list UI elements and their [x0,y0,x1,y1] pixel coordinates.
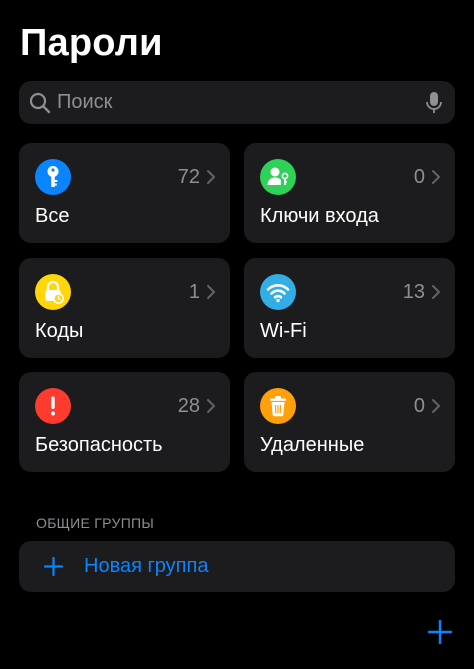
microphone-icon[interactable] [425,91,443,115]
passkey-person-icon [260,159,296,195]
chevron-right-icon [432,170,440,184]
category-card-codes[interactable]: 1 Коды [19,258,230,358]
category-count: 72 [177,166,200,188]
category-label: Коды [35,320,84,342]
chevron-right-icon [432,285,440,299]
new-group-label: Новая группа [84,555,209,577]
category-count: 0 [413,166,425,188]
category-count: 0 [413,395,425,417]
category-card-wifi[interactable]: 13 Wi-Fi [244,258,455,358]
chevron-right-icon [432,399,440,413]
exclamation-icon [35,388,71,424]
category-count: 1 [188,281,200,303]
search-input[interactable] [57,81,417,124]
category-count: 28 [177,395,200,417]
chevron-right-icon [207,399,215,413]
page-title: Пароли [20,22,163,64]
chevron-right-icon [207,170,215,184]
category-card-passkeys[interactable]: 0 Ключи входа [244,143,455,243]
new-group-button[interactable]: Новая группа [19,541,455,592]
wifi-icon [260,274,296,310]
trash-icon [260,388,296,424]
search-bar[interactable] [19,81,455,124]
category-card-deleted[interactable]: 0 Удаленные [244,372,455,472]
category-label: Безопасность [35,434,163,456]
category-label: Wi-Fi [260,320,307,342]
category-card-security[interactable]: 28 Безопасность [19,372,230,472]
lock-clock-icon [35,274,71,310]
search-icon [29,92,51,114]
category-card-all[interactable]: 72 Все [19,143,230,243]
category-label: Все [35,205,70,227]
plus-icon [44,557,63,576]
shared-groups-header: ОБЩИЕ ГРУППЫ [36,515,155,531]
category-count: 13 [402,281,425,303]
chevron-right-icon [207,285,215,299]
category-label: Удаленные [260,434,365,456]
category-label: Ключи входа [260,205,379,227]
key-icon [35,159,71,195]
add-password-button[interactable] [428,620,452,644]
